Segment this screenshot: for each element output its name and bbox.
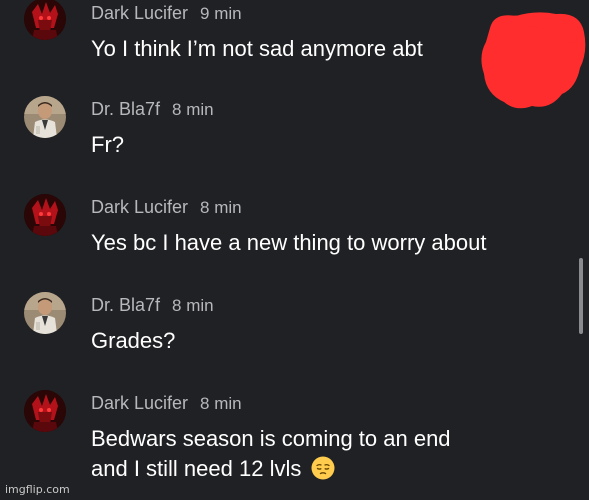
message-line: and I still need 12 lvls [91, 456, 302, 481]
scrollbar-thumb[interactable] [579, 258, 583, 334]
message-line-with-emoji: and I still need 12 lvls [91, 454, 561, 484]
message-header: Dr. Bla7f 8 min [91, 98, 214, 121]
dr-bla7f-avatar[interactable] [24, 96, 66, 138]
message-author[interactable]: Dr. Bla7f [91, 99, 160, 119]
message-header: Dark Lucifer 8 min [91, 392, 242, 415]
message-header: Dr. Bla7f 8 min [91, 294, 214, 317]
message-author[interactable]: Dark Lucifer [91, 197, 188, 217]
watermark: imgflip.com [5, 483, 70, 496]
redaction-scribble [476, 8, 588, 112]
message-time: 8 min [172, 100, 214, 119]
pensive-face-icon [311, 456, 335, 480]
dr-bla7f-avatar[interactable] [24, 292, 66, 334]
message-time: 8 min [200, 394, 242, 413]
message-line: Yes bc I have a new thing to worry about [91, 230, 487, 255]
message-text: Fr? [91, 130, 561, 160]
message-text: Yes bc I have a new thing to worry about [91, 228, 561, 258]
message-text: Bedwars season is coming to an end and I… [91, 424, 561, 484]
dark-lucifer-avatar[interactable] [24, 194, 66, 236]
message-time: 8 min [172, 296, 214, 315]
message-author[interactable]: Dark Lucifer [91, 393, 188, 413]
message-time: 9 min [200, 4, 242, 23]
chat-thread: Dark Lucifer 9 min Yo I think I’m not sad… [0, 0, 589, 500]
message-author[interactable]: Dark Lucifer [91, 3, 188, 23]
message-author[interactable]: Dr. Bla7f [91, 295, 160, 315]
message-time: 8 min [200, 198, 242, 217]
dark-lucifer-avatar[interactable] [24, 390, 66, 432]
dark-lucifer-avatar[interactable] [24, 0, 66, 40]
message-text: Grades? [91, 326, 561, 356]
message-line: Grades? [91, 328, 176, 353]
message-header: Dark Lucifer 9 min [91, 2, 242, 25]
message-line: Bedwars season is coming to an end [91, 426, 451, 451]
message-line: Fr? [91, 132, 124, 157]
message-header: Dark Lucifer 8 min [91, 196, 242, 219]
